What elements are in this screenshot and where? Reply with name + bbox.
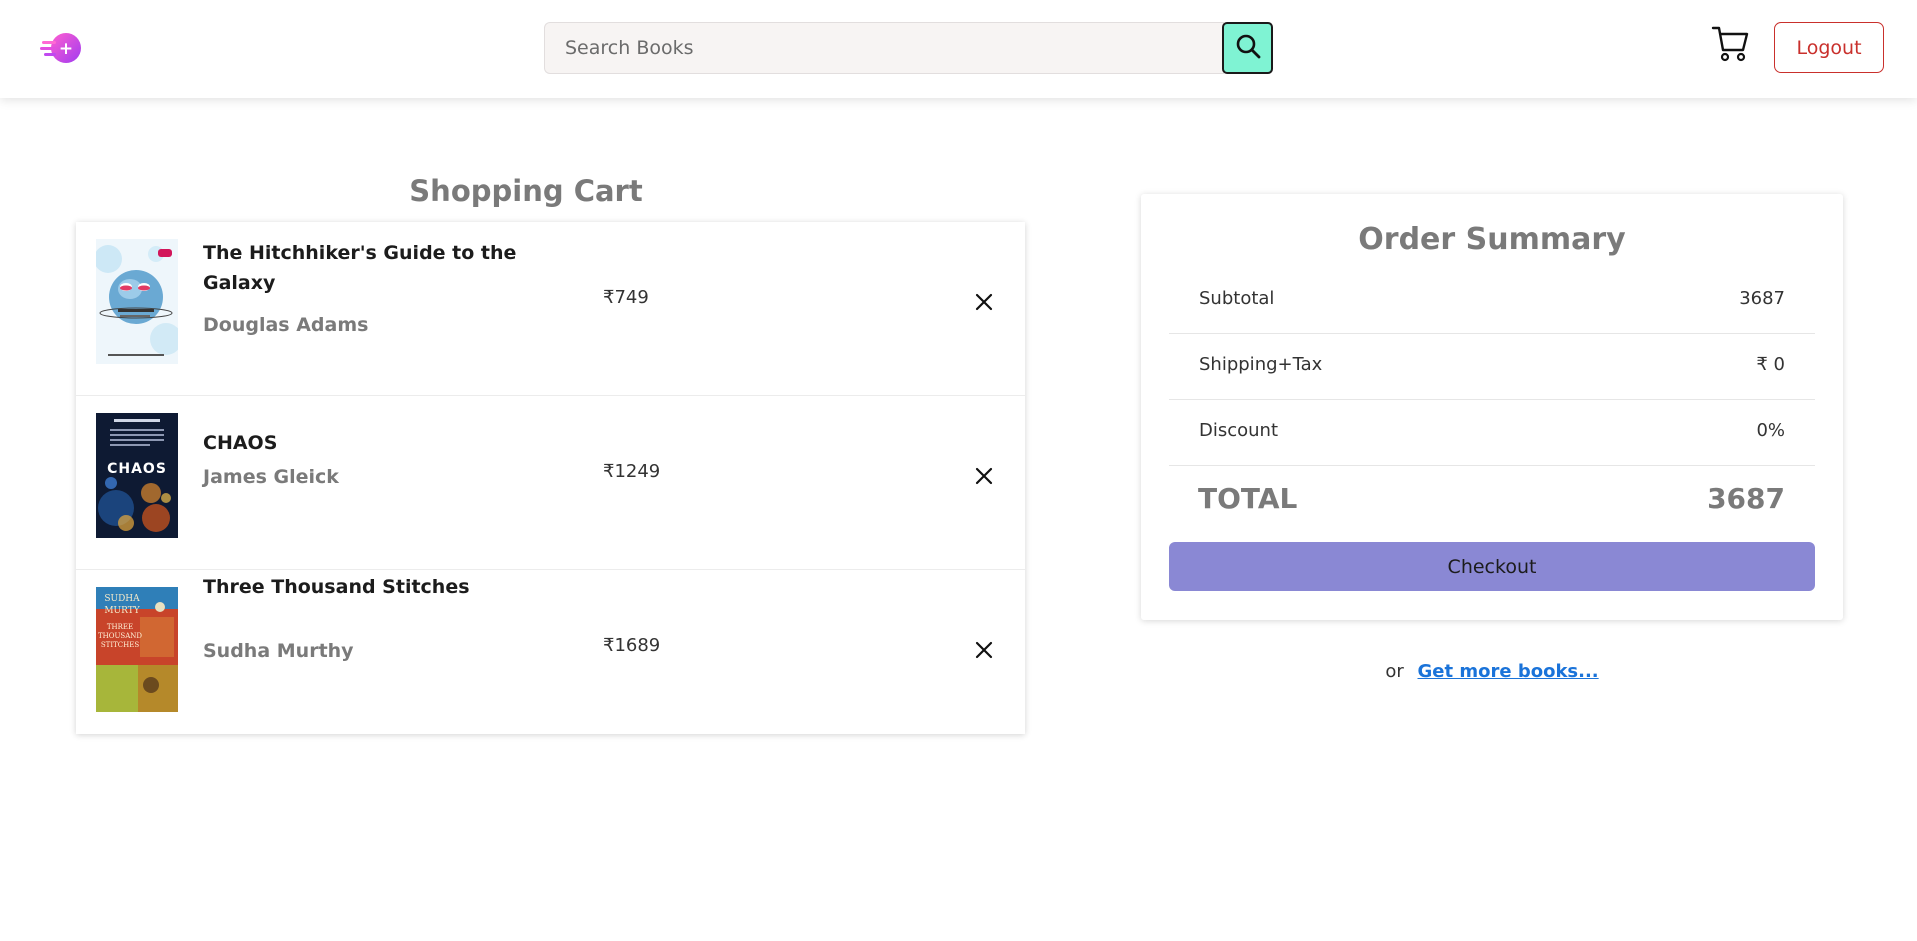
- shopping-cart-icon[interactable]: [1710, 22, 1752, 64]
- book-author: Douglas Adams: [203, 314, 369, 336]
- cart-item: The Hitchhiker's Guide to the Galaxy Dou…: [76, 222, 1025, 396]
- total-value: 3687: [1707, 482, 1785, 515]
- or-text: or: [1385, 661, 1404, 682]
- svg-text:+: +: [59, 39, 73, 59]
- book-cover-image: [96, 239, 178, 364]
- svg-text:STITCHES: STITCHES: [101, 641, 139, 649]
- book-price: ₹1689: [603, 635, 661, 656]
- remove-item-button[interactable]: [971, 463, 997, 489]
- close-icon: [971, 641, 997, 667]
- close-icon: [971, 293, 997, 319]
- search-input[interactable]: [544, 22, 1224, 74]
- cart-item: SUDHA MURTY THREE THOUSAND STITCHES Thre…: [76, 570, 1025, 744]
- search-button[interactable]: [1222, 22, 1273, 74]
- summary-row-discount: Discount 0%: [1169, 400, 1815, 466]
- summary-label: Subtotal: [1199, 288, 1275, 309]
- search-bar: [544, 22, 1273, 74]
- book-title[interactable]: CHAOS: [203, 428, 533, 458]
- remove-item-button[interactable]: [971, 289, 997, 315]
- svg-text:THOUSAND: THOUSAND: [98, 632, 142, 640]
- top-navbar: + Logout: [0, 0, 1917, 98]
- search-icon: [1235, 33, 1261, 63]
- svg-text:CHAOS: CHAOS: [107, 461, 167, 477]
- cart-title: Shopping Cart: [409, 174, 643, 208]
- get-more-books-line: or Get more books...: [1141, 661, 1843, 682]
- book-cover-image: SUDHA MURTY THREE THOUSAND STITCHES: [96, 587, 178, 712]
- svg-text:MURTY: MURTY: [104, 606, 140, 616]
- summary-row-shipping: Shipping+Tax ₹ 0: [1169, 334, 1815, 400]
- cart-list: The Hitchhiker's Guide to the Galaxy Dou…: [76, 222, 1025, 734]
- order-summary-title: Order Summary: [1358, 222, 1626, 257]
- total-label: TOTAL: [1198, 482, 1298, 515]
- logout-button[interactable]: Logout: [1774, 22, 1884, 73]
- book-price: ₹749: [603, 287, 649, 308]
- book-title[interactable]: The Hitchhiker's Guide to the Galaxy: [203, 238, 533, 298]
- summary-value: 3687: [1739, 288, 1785, 309]
- book-author: James Gleick: [203, 466, 339, 488]
- summary-label: Shipping+Tax: [1199, 354, 1323, 375]
- summary-row-subtotal: Subtotal 3687: [1169, 268, 1815, 334]
- svg-text:THREE: THREE: [107, 623, 133, 631]
- book-cover-image: CHAOS: [96, 413, 178, 538]
- summary-value: ₹ 0: [1756, 354, 1785, 375]
- close-icon: [971, 467, 997, 493]
- svg-text:SUDHA: SUDHA: [104, 594, 140, 604]
- cart-item: CHAOS CHAOS James Gleick ₹1249: [76, 396, 1025, 570]
- summary-label: Discount: [1199, 420, 1279, 441]
- summary-value: 0%: [1756, 420, 1785, 441]
- remove-item-button[interactable]: [971, 637, 997, 663]
- book-author: Sudha Murthy: [203, 640, 354, 662]
- bookstore-logo-icon[interactable]: +: [40, 30, 86, 66]
- checkout-button[interactable]: Checkout: [1169, 542, 1815, 591]
- get-more-books-link[interactable]: Get more books...: [1418, 661, 1599, 682]
- book-price: ₹1249: [603, 461, 661, 482]
